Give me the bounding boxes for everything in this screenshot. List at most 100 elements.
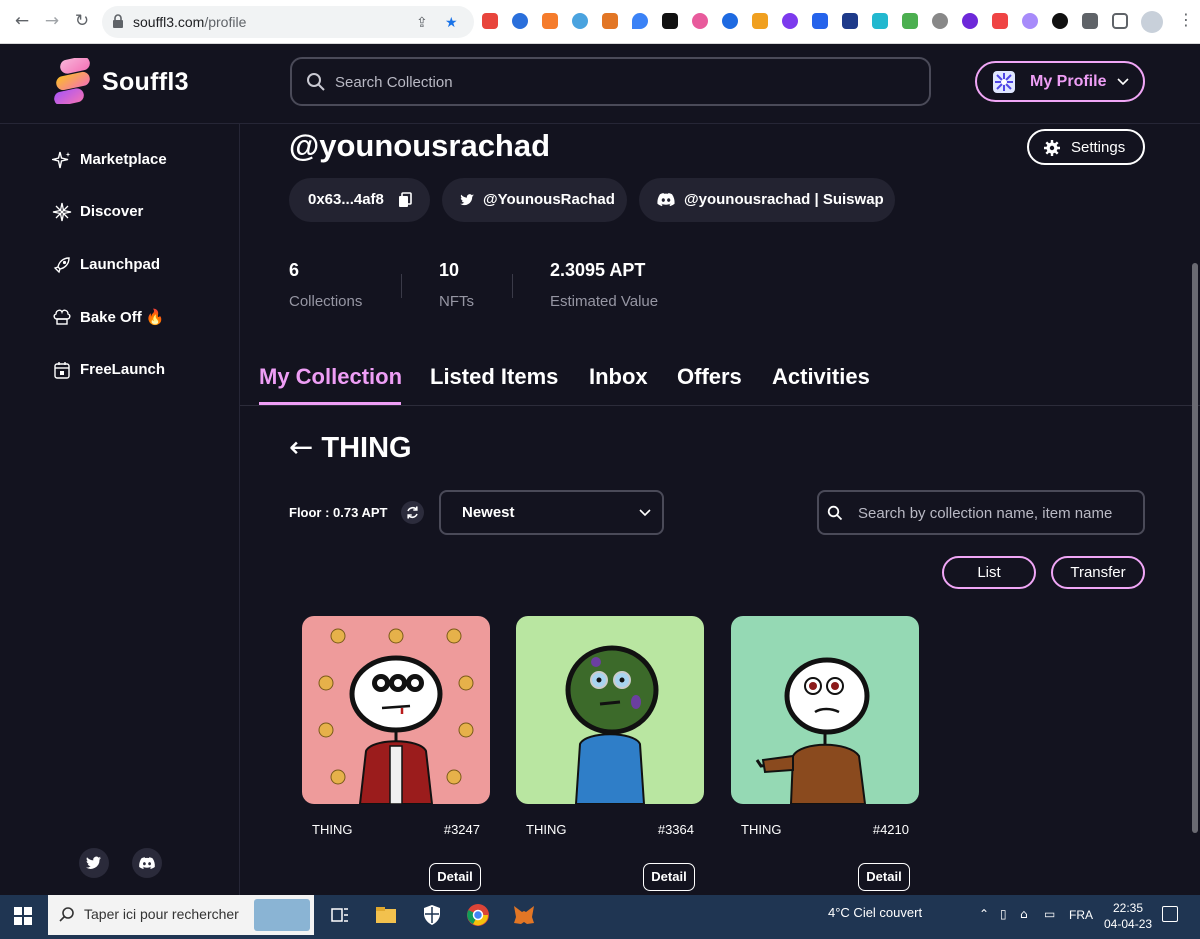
sidebar-item-marketplace[interactable]: Marketplace xyxy=(52,148,222,172)
reload-icon[interactable]: ↻ xyxy=(72,11,92,31)
extension-icon[interactable] xyxy=(632,13,648,29)
copy-icon[interactable] xyxy=(397,192,413,208)
extension-icon[interactable] xyxy=(662,13,678,29)
back-arrow-icon[interactable]: ← xyxy=(289,430,313,464)
twitter-link[interactable] xyxy=(79,848,109,878)
puzzle-icon[interactable] xyxy=(1082,13,1098,29)
settings-label: Settings xyxy=(1071,139,1126,156)
extension-icon[interactable] xyxy=(542,13,558,29)
floor-price: Floor : 0.73 APT xyxy=(289,505,388,520)
extension-icon[interactable] xyxy=(932,13,948,29)
back-arrow-icon[interactable]: ← xyxy=(12,11,32,31)
page-scrollbar[interactable] xyxy=(1192,263,1198,833)
stat-value: 10 xyxy=(439,260,460,280)
sidepanel-icon[interactable] xyxy=(1112,13,1128,29)
tab-inbox[interactable]: Inbox xyxy=(589,364,648,390)
extension-icon[interactable] xyxy=(782,13,798,29)
notification-icon[interactable] xyxy=(1162,906,1178,922)
metamask-icon[interactable] xyxy=(602,13,618,29)
nft-card[interactable]: THING #3364 Detail xyxy=(516,616,704,891)
nft-image[interactable] xyxy=(516,616,704,804)
sidebar-item-bake-off[interactable]: Bake Off 🔥 xyxy=(52,305,222,329)
refresh-button[interactable] xyxy=(401,501,424,524)
nft-image[interactable] xyxy=(302,616,490,804)
rocket-icon xyxy=(53,257,70,274)
logo-icon xyxy=(54,58,90,104)
extension-icon[interactable] xyxy=(572,13,588,29)
stat-value: 6 xyxy=(289,260,300,280)
my-profile-label: My Profile xyxy=(1030,73,1107,90)
detail-button[interactable]: Detail xyxy=(643,863,695,891)
gear-icon xyxy=(1044,140,1060,156)
browser-menu-icon[interactable]: ⋮ xyxy=(1178,10,1194,29)
bookmark-star-icon[interactable]: ★ xyxy=(445,15,458,31)
extension-icon[interactable] xyxy=(692,13,708,29)
stat-collections: 6 Collections xyxy=(289,260,362,310)
settings-button[interactable]: Settings xyxy=(1027,129,1145,165)
compass-star-icon xyxy=(52,202,72,222)
extension-icon[interactable] xyxy=(482,13,498,29)
twitter-handle: @YounousRachad xyxy=(483,191,615,208)
tray-chevron-icon[interactable]: ⌃ xyxy=(979,907,989,921)
item-search-input[interactable]: Search by collection name, item name xyxy=(817,490,1145,535)
list-button[interactable]: List xyxy=(942,556,1036,589)
detail-button[interactable]: Detail xyxy=(429,863,481,891)
sort-select[interactable]: Newest xyxy=(439,490,664,535)
metamask-taskbar-icon[interactable] xyxy=(512,903,536,927)
extension-icon[interactable] xyxy=(812,13,828,29)
forward-arrow-icon[interactable]: → xyxy=(42,11,62,31)
search-placeholder: Search Collection xyxy=(335,74,453,91)
nft-token-number: #4210 xyxy=(872,822,909,837)
wallet-address-chip[interactable]: 0x63...4af8 xyxy=(289,178,430,222)
collection-title: ← THING xyxy=(289,430,412,465)
windows-start-icon[interactable] xyxy=(14,907,32,925)
extension-icon[interactable] xyxy=(1052,13,1068,29)
discord-handle: @younousrachad | Suiswap xyxy=(684,191,884,208)
nft-card[interactable]: THING #3247 Detail xyxy=(302,616,490,891)
extension-icon[interactable] xyxy=(992,13,1008,29)
twitter-handle-chip[interactable]: @YounousRachad xyxy=(442,178,627,222)
detail-button[interactable]: Detail xyxy=(858,863,910,891)
file-explorer-icon[interactable] xyxy=(374,903,398,927)
address-bar[interactable]: souffl3.com/profile ⇪ ★ xyxy=(102,6,474,38)
collection-search-input[interactable]: Search Collection xyxy=(290,57,931,106)
tray-device-icon[interactable]: ▯ xyxy=(1000,907,1007,921)
wallet-address: 0x63...4af8 xyxy=(308,191,384,208)
extension-icon[interactable] xyxy=(512,13,528,29)
tab-offers[interactable]: Offers xyxy=(677,364,742,390)
nft-image[interactable] xyxy=(731,616,919,804)
share-icon[interactable]: ⇪ xyxy=(416,15,428,31)
sidebar-item-label: Discover xyxy=(80,203,144,220)
extension-icon[interactable] xyxy=(902,13,918,29)
browser-avatar[interactable] xyxy=(1141,11,1163,33)
taskbar-weather[interactable]: 4°C Ciel couvert xyxy=(828,905,922,920)
tab-my-collection[interactable]: My Collection xyxy=(259,364,402,390)
tab-activities[interactable]: Activities xyxy=(772,364,870,390)
display-icon[interactable]: ▭ xyxy=(1044,907,1055,921)
nft-card[interactable]: THING #4210 Detail xyxy=(731,616,919,891)
extension-icon[interactable] xyxy=(962,13,978,29)
twitter-icon xyxy=(86,856,101,869)
sidebar-item-freelaunch[interactable]: FreeLaunch xyxy=(52,358,222,382)
browser-toolbar: ← → ↻ souffl3.com/profile ⇪ ★ ⋮ xyxy=(0,0,1200,44)
tab-listed-items[interactable]: Listed Items xyxy=(430,364,558,390)
discord-link[interactable] xyxy=(132,848,162,878)
my-profile-button[interactable]: My Profile xyxy=(975,61,1145,102)
extension-icon[interactable] xyxy=(1022,13,1038,29)
network-icon[interactable]: ⌂ xyxy=(1020,907,1028,921)
taskbar-clock[interactable]: 22:35 04-04-23 xyxy=(1104,901,1152,931)
chrome-icon[interactable] xyxy=(466,903,490,927)
extension-icon[interactable] xyxy=(842,13,858,29)
discord-handle-chip[interactable]: @younousrachad | Suiswap xyxy=(639,178,895,222)
extension-icon[interactable] xyxy=(722,13,738,29)
extension-icon[interactable] xyxy=(752,13,768,29)
task-view-icon[interactable] xyxy=(328,903,352,927)
taskbar-search[interactable]: Taper ici pour rechercher xyxy=(48,895,314,935)
security-shield-icon[interactable] xyxy=(420,903,444,927)
sidebar-item-discover[interactable]: Discover xyxy=(52,200,222,224)
logo-text[interactable]: Souffl3 xyxy=(102,68,189,97)
sidebar-item-launchpad[interactable]: Launchpad xyxy=(52,253,222,277)
extension-icon[interactable] xyxy=(872,13,888,29)
input-language[interactable]: FRA xyxy=(1069,908,1093,922)
transfer-button[interactable]: Transfer xyxy=(1051,556,1145,589)
